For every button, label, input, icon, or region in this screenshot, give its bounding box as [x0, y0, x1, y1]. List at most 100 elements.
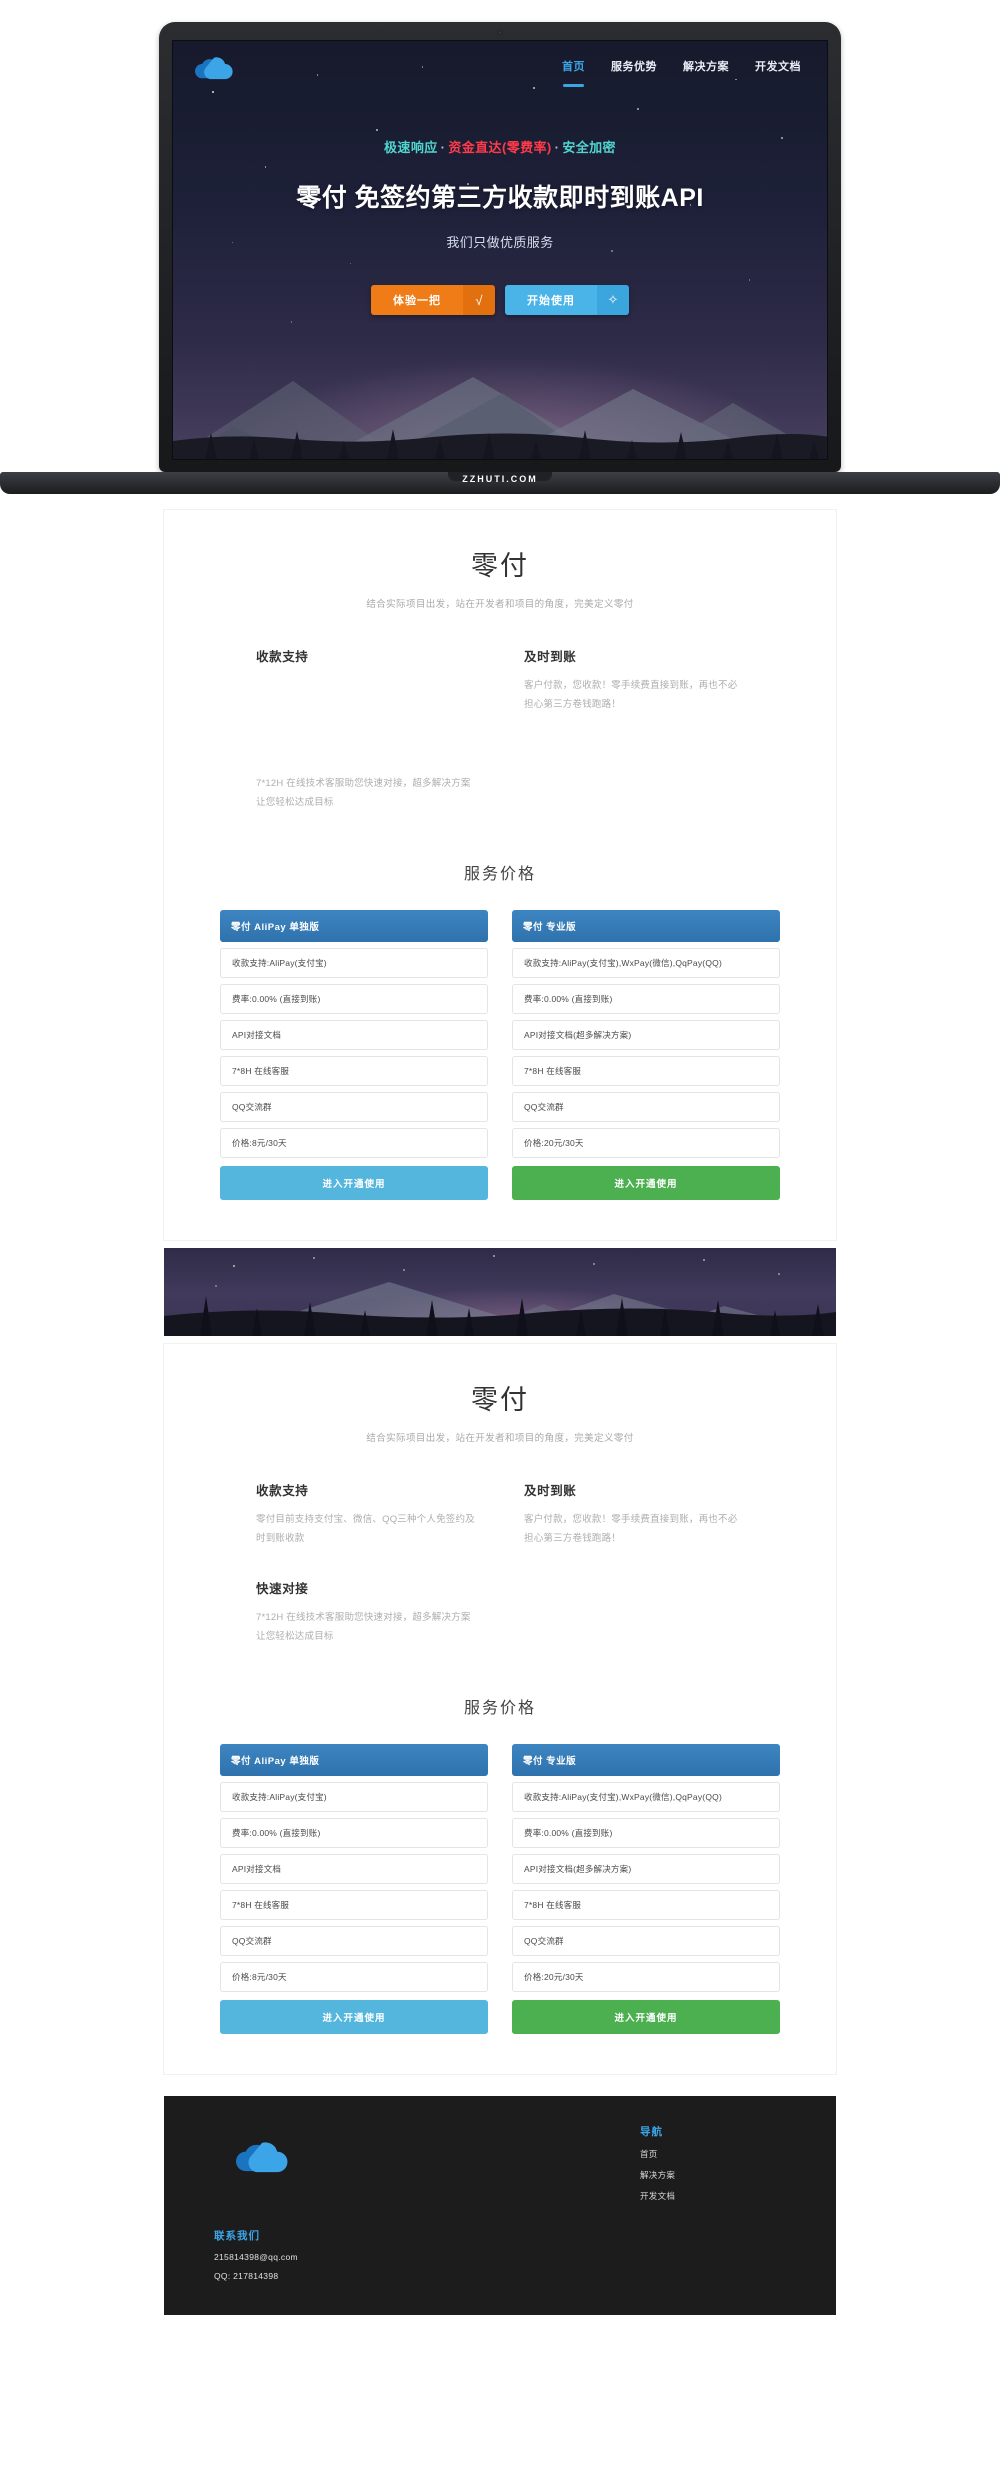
footer-nav-heading: 导航	[640, 2126, 663, 2138]
feature-heading: 及时到账	[524, 650, 577, 664]
landscape-banner	[164, 1248, 836, 1336]
feature-item-spacer	[524, 1578, 744, 1646]
plan-feature-row: QQ交流群	[220, 1926, 488, 1956]
plan-feature-row: API对接文档(超多解决方案)	[512, 1020, 780, 1050]
plan-price-row: 价格:8元/30天	[220, 1128, 488, 1158]
plan-feature-row: API对接文档	[220, 1020, 488, 1050]
feature-heading: 及时到账	[524, 1484, 577, 1498]
footer-contact-heading: 联系我们	[214, 2230, 260, 2242]
plan-feature-row: 收款支持:AliPay(支付宝),WxPay(微信),QqPay(QQ)	[512, 1782, 780, 1812]
try-it-button-label: 体验一把	[371, 285, 463, 315]
feature-grid: 收款支持 零付目前支持支付宝、微信、QQ三种个人免签约及时到账收款 及时到账 客…	[164, 618, 836, 834]
pricing-header: 服务价格	[164, 834, 836, 888]
footer-nav-item-docs[interactable]: 开发文档	[640, 2190, 790, 2202]
feature-heading: 收款支持	[256, 1484, 309, 1498]
hero-cta-group: 体验一把 √ 开始使用 ✧	[173, 285, 827, 315]
pricing-plans: 零付 AliPay 单独版 收款支持:AliPay(支付宝) 费率:0.00% …	[164, 888, 836, 1240]
plan-card-pro: 零付 专业版 收款支持:AliPay(支付宝),WxPay(微信),QqPay(…	[512, 1744, 780, 2034]
plan-price-row: 价格:20元/30天	[512, 1962, 780, 1992]
plan-cta-button[interactable]: 进入开通使用	[512, 1166, 780, 1200]
plan-title: 零付 AliPay 单独版	[220, 1744, 488, 1776]
laptop-mockup: 首页 服务优势 解决方案 开发文档 极速响应 · 资金直达(零费率) · 安全加密 零付…	[0, 0, 1000, 510]
plan-feature-row: QQ交流群	[220, 1092, 488, 1122]
about-header-2: 零付 结合实际项目出发，站在开发者和项目的角度，完美定义零付	[164, 1344, 836, 1452]
feature-body: 7*12H 在线技术客服助您快速对接，超多解决方案让您轻松达成目标	[256, 1612, 471, 1642]
nav-links: 首页 服务优势 解决方案 开发文档	[562, 58, 801, 87]
feature-item-spacer	[524, 744, 744, 812]
plan-feature-row: 费率:0.00% (直接到账)	[220, 1818, 488, 1848]
feature-body: 客户付款，您收款！零手续费直接到账，再也不必担心第三方卷钱跑路！	[524, 1514, 738, 1544]
plan-card-pro: 零付 专业版 收款支持:AliPay(支付宝),WxPay(微信),QqPay(…	[512, 910, 780, 1200]
nav-item-docs[interactable]: 开发文档	[755, 58, 801, 78]
browser-viewport: 首页 服务优势 解决方案 开发文档 极速响应 · 资金直达(零费率) · 安全加密 零付…	[172, 40, 828, 460]
feature-item-1: 及时到账 客户付款，您收款！零手续费直接到账，再也不必担心第三方卷钱跑路！	[524, 646, 744, 714]
plan-price-row: 价格:8元/30天	[220, 1962, 488, 1992]
footer-wrapper: 导航 首页 解决方案 开发文档 联系我们 215814398@qq.com QQ…	[0, 2074, 1000, 2315]
compass-diamond-icon: ✧	[597, 285, 629, 315]
plan-feature-row: 费率:0.00% (直接到账)	[220, 984, 488, 1014]
nav-item-solutions[interactable]: 解决方案	[683, 58, 729, 78]
hero-section: 极速响应 · 资金直达(零费率) · 安全加密 零付 免签约第三方收款即时到账API 我…	[173, 137, 827, 315]
footer-contact: 联系我们 215814398@qq.com QQ: 217814398	[214, 2228, 790, 2281]
hero-tagline: 极速响应 · 资金直达(零费率) · 安全加密	[173, 137, 827, 156]
try-it-button[interactable]: 体验一把 √	[371, 285, 495, 315]
cloud-logo-icon[interactable]	[236, 2138, 288, 2176]
about-header: 零付 结合实际项目出发，站在开发者和项目的角度，完美定义零付	[164, 510, 836, 618]
tree-line	[173, 429, 827, 459]
feature-body: 7*12H 在线技术客服助您快速对接，超多解决方案让您轻松达成目标	[256, 778, 471, 808]
plan-feature-row: 收款支持:AliPay(支付宝)	[220, 948, 488, 978]
hero-tagline-part-3: 安全加密	[562, 140, 616, 155]
feature-body: 客户付款，您收款！零手续费直接到账，再也不必担心第三方卷钱跑路！	[524, 680, 738, 710]
nav-item-home[interactable]: 首页	[562, 58, 585, 87]
footer-nav-item-home[interactable]: 首页	[640, 2148, 790, 2160]
site-footer: 导航 首页 解决方案 开发文档 联系我们 215814398@qq.com QQ…	[164, 2096, 836, 2315]
plan-feature-row: 费率:0.00% (直接到账)	[512, 984, 780, 1014]
plan-feature-row: 7*8H 在线客服	[512, 1890, 780, 1920]
nav-item-advantages[interactable]: 服务优势	[611, 58, 657, 78]
plan-feature-row: 7*8H 在线客服	[220, 1890, 488, 1920]
pricing-title: 服务价格	[463, 866, 536, 883]
hero-tagline-dot-1: ·	[440, 140, 446, 155]
plan-feature-row: 收款支持:AliPay(支付宝),WxPay(微信),QqPay(QQ)	[512, 948, 780, 978]
feature-item-2: 快速对接 7*12H 在线技术客服助您快速对接，超多解决方案让您轻松达成目标	[256, 1578, 476, 1646]
footer-contact-qq[interactable]: QQ: 217814398	[214, 2271, 790, 2281]
laptop-lid: 首页 服务优势 解决方案 开发文档 极速响应 · 资金直达(零费率) · 安全加密 零付…	[159, 22, 841, 472]
feature-item-0: 收款支持 零付目前支持支付宝、微信、QQ三种个人免签约及时到账收款	[256, 1480, 476, 1548]
plan-price-row: 价格:20元/30天	[512, 1128, 780, 1158]
plan-feature-row: 费率:0.00% (直接到账)	[512, 1818, 780, 1848]
plan-card-alipay: 零付 AliPay 单独版 收款支持:AliPay(支付宝) 费率:0.00% …	[220, 1744, 488, 2034]
plan-feature-row: QQ交流群	[512, 1926, 780, 1956]
hero-title: 零付 免签约第三方收款即时到账API	[296, 184, 704, 212]
about-title-2: 零付	[471, 1385, 529, 1415]
plan-cta-button[interactable]: 进入开通使用	[220, 1166, 488, 1200]
hero-subtitle: 我们只做优质服务	[446, 235, 554, 250]
pricing-title-2: 服务价格	[463, 1700, 536, 1717]
page-content-copy-2: 零付 结合实际项目出发，站在开发者和项目的角度，完美定义零付 收款支持 零付目前…	[0, 1344, 1000, 2074]
get-started-button[interactable]: 开始使用 ✧	[505, 285, 629, 315]
plan-cta-button[interactable]: 进入开通使用	[220, 2000, 488, 2034]
plan-feature-row: QQ交流群	[512, 1092, 780, 1122]
plan-cta-button[interactable]: 进入开通使用	[512, 2000, 780, 2034]
get-started-button-label: 开始使用	[505, 285, 597, 315]
feature-heading: 收款支持	[256, 650, 309, 664]
feature-item-2: 快速对接 7*12H 在线技术客服助您快速对接，超多解决方案让您轻松达成目标	[256, 744, 476, 812]
footer-nav-item-solutions[interactable]: 解决方案	[640, 2169, 790, 2181]
plan-feature-row: 7*8H 在线客服	[220, 1056, 488, 1086]
feature-grid-2: 收款支持 零付目前支持支付宝、微信、QQ三种个人免签约及时到账收款 及时到账 客…	[164, 1452, 836, 1668]
plan-title: 零付 专业版	[512, 1744, 780, 1776]
pricing-plans-2: 零付 AliPay 单独版 收款支持:AliPay(支付宝) 费率:0.00% …	[164, 1722, 836, 2074]
hero-tagline-dot-2: ·	[554, 140, 560, 155]
cloud-logo-icon[interactable]	[195, 54, 233, 82]
feature-item-0: 收款支持 零付目前支持支付宝、微信、QQ三种个人免签约及时到账收款	[256, 646, 476, 714]
footer-contact-email[interactable]: 215814398@qq.com	[214, 2252, 790, 2262]
pricing-header-2: 服务价格	[164, 1668, 836, 1722]
feature-heading: 快速对接	[256, 1582, 309, 1596]
plan-card-alipay: 零付 AliPay 单独版 收款支持:AliPay(支付宝) 费率:0.00% …	[220, 910, 488, 1200]
feature-item-1: 及时到账 客户付款，您收款！零手续费直接到账，再也不必担心第三方卷钱跑路！	[524, 1480, 744, 1548]
plan-feature-row: API对接文档	[220, 1854, 488, 1884]
footer-nav: 导航 首页 解决方案 开发文档	[640, 2124, 790, 2202]
hero-tagline-part-2: 资金直达(零费率)	[448, 140, 552, 155]
plan-feature-row: API对接文档(超多解决方案)	[512, 1854, 780, 1884]
check-radical-icon: √	[463, 285, 495, 315]
webcam-icon	[497, 30, 503, 35]
